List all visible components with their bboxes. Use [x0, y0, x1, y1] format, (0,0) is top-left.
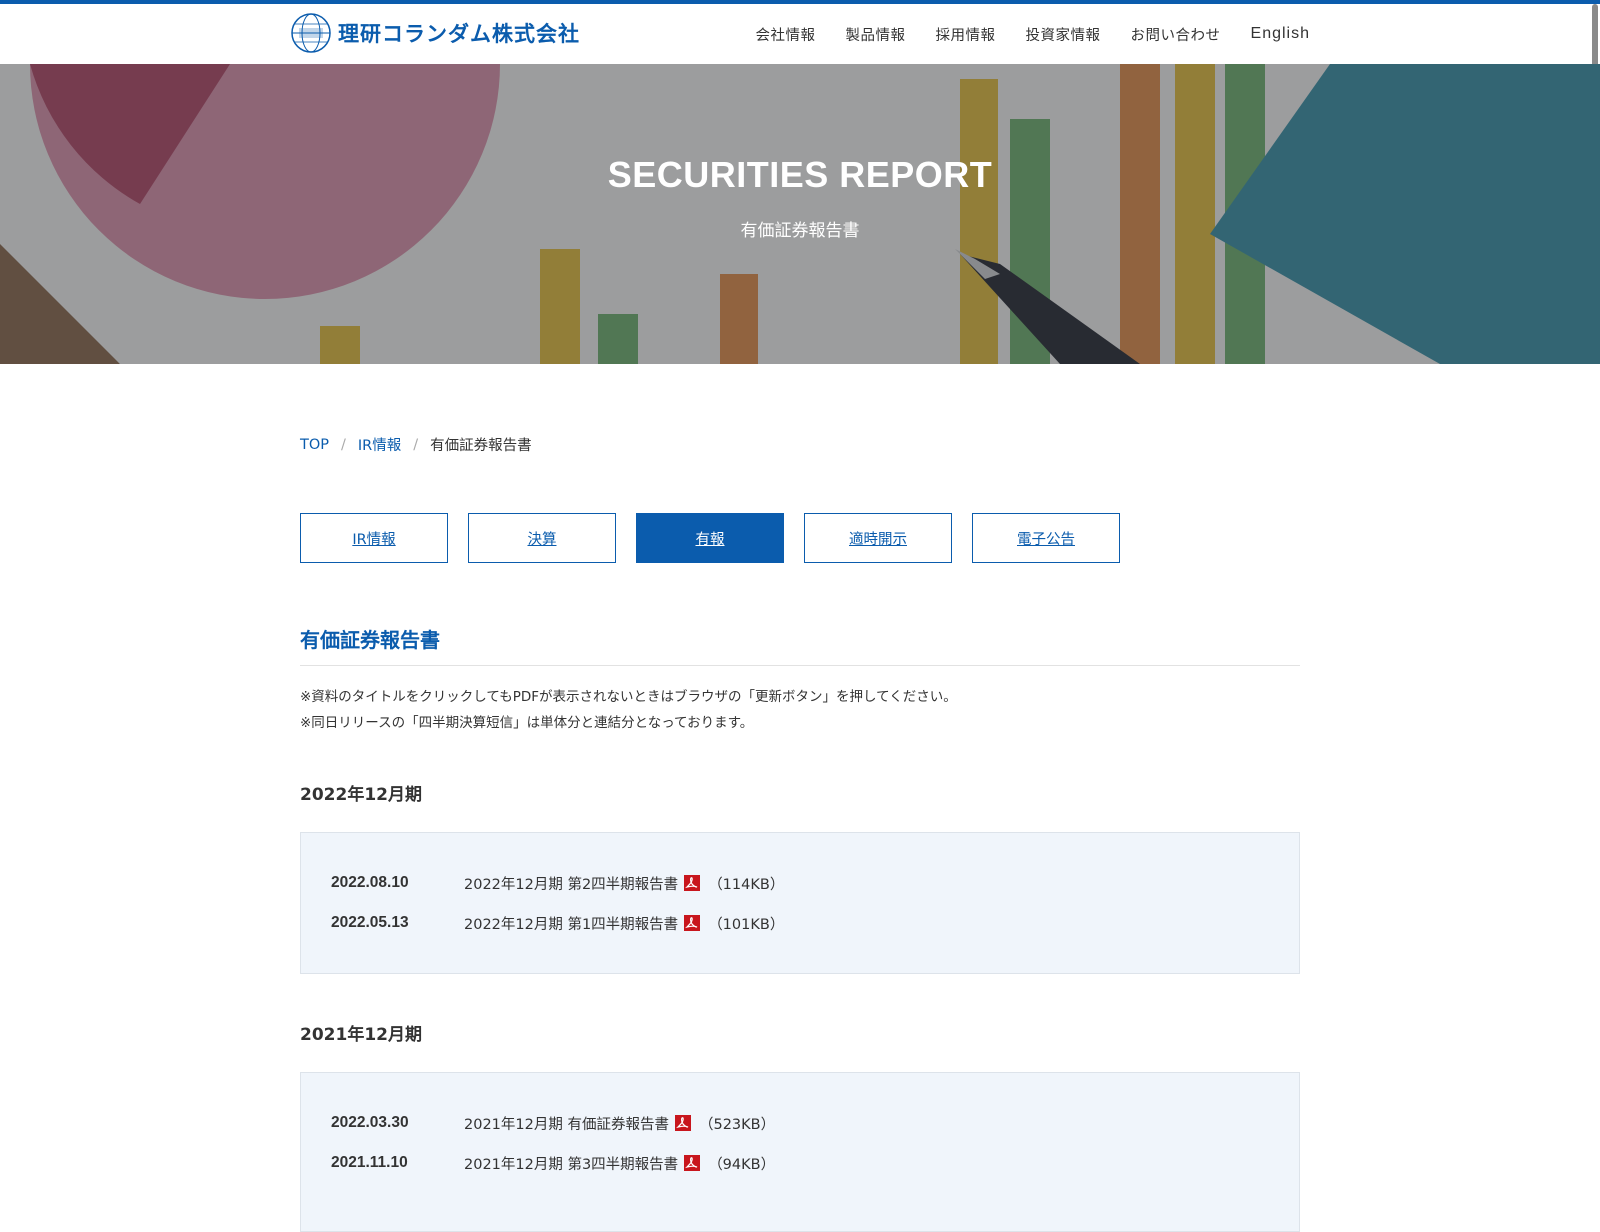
global-nav: 会社情報 製品情報 採用情報 投資家情報 お問い合わせ English: [726, 4, 1310, 64]
site-header: 理研コランダム株式会社 会社情報 製品情報 採用情報 投資家情報 お問い合わせ …: [0, 4, 1600, 65]
report-link[interactable]: 2021年12月期 有価証券報告書: [464, 1113, 669, 1134]
pdf-icon[interactable]: [684, 875, 701, 891]
tab-public-notice[interactable]: 電子公告: [972, 513, 1120, 563]
ir-tab-bar: IR情報 決算 有報 適時開示 電子公告: [300, 513, 1120, 563]
report-date: 2021.11.10: [331, 1154, 408, 1171]
report-date: 2022.03.30: [331, 1114, 409, 1131]
report-file-size: （101KB）: [708, 916, 785, 933]
nav-item-contact[interactable]: お問い合わせ: [1131, 24, 1221, 45]
report-row: 2021.11.10 2021年12月期 第3四半期報告書 （94KB）: [331, 1143, 1269, 1183]
report-date: 2022.05.13: [331, 914, 409, 931]
pdf-icon[interactable]: [684, 1155, 701, 1171]
notes: ※資料のタイトルをクリックしてもPDFが表示されないときはブラウザの「更新ボタン…: [300, 684, 957, 736]
hero-background-image: [0, 64, 1600, 364]
report-row: 2022.03.30 2021年12月期 有価証券報告書 （523KB）: [331, 1103, 1269, 1143]
report-file-size: （94KB）: [708, 1156, 776, 1173]
tab-timely-disclosure[interactable]: 適時開示: [804, 513, 952, 563]
section-title: 有価証券報告書: [300, 624, 1300, 666]
report-date: 2022.08.10: [331, 874, 409, 891]
breadcrumb-ir[interactable]: IR情報: [358, 434, 401, 455]
breadcrumb-top[interactable]: TOP: [300, 437, 329, 453]
breadcrumb: TOP / IR情報 / 有価証券報告書: [300, 434, 532, 455]
pdf-icon[interactable]: [674, 1115, 691, 1131]
report-file-size: （523KB）: [698, 1116, 776, 1133]
company-name: 理研コランダム株式会社: [338, 22, 580, 46]
period-report-list: 2022.03.30 2021年12月期 有価証券報告書 （523KB） 202…: [300, 1072, 1300, 1232]
report-row: 2022.08.10 2022年12月期 第2四半期報告書 （114KB）: [331, 863, 1269, 903]
period-heading: 2022年12月期: [300, 785, 422, 805]
note-line: ※資料のタイトルをクリックしてもPDFが表示されないときはブラウザの「更新ボタン…: [300, 689, 957, 705]
report-link[interactable]: 2022年12月期 第1四半期報告書: [464, 913, 678, 934]
hero-banner: SECURITIES REPORT 有価証券報告書: [0, 64, 1600, 364]
report-file-size: （114KB）: [708, 876, 785, 893]
period-heading: 2021年12月期: [300, 1025, 422, 1045]
breadcrumb-separator: /: [413, 436, 419, 453]
hero-title: SECURITIES REPORT: [607, 154, 993, 195]
nav-item-english[interactable]: English: [1251, 25, 1310, 43]
breadcrumb-separator: /: [341, 436, 346, 453]
tab-ir-info[interactable]: IR情報: [300, 513, 448, 563]
report-row: 2022.05.13 2022年12月期 第1四半期報告書 （101KB）: [331, 903, 1269, 943]
globe-logo-icon: [291, 13, 331, 53]
report-link[interactable]: 2022年12月期 第2四半期報告書: [464, 873, 678, 894]
nav-item-products[interactable]: 製品情報: [846, 24, 906, 45]
hero-subtitle: 有価証券報告書: [740, 221, 860, 241]
tab-securities-report[interactable]: 有報: [636, 513, 784, 563]
note-line: ※同日リリースの「四半期決算短信」は単体分と連結分となっております。: [300, 715, 754, 731]
nav-item-investors[interactable]: 投資家情報: [1026, 24, 1101, 45]
nav-item-recruit[interactable]: 採用情報: [936, 24, 996, 45]
period-report-list: 2022.08.10 2022年12月期 第2四半期報告書 （114KB） 20…: [300, 832, 1300, 974]
breadcrumb-current: 有価証券報告書: [430, 438, 532, 454]
tab-financial-results[interactable]: 決算: [468, 513, 616, 563]
company-logo[interactable]: 理研コランダム株式会社: [290, 12, 580, 54]
nav-item-company[interactable]: 会社情報: [756, 24, 816, 45]
pdf-icon[interactable]: [684, 915, 701, 931]
report-link[interactable]: 2021年12月期 第3四半期報告書: [464, 1153, 678, 1174]
